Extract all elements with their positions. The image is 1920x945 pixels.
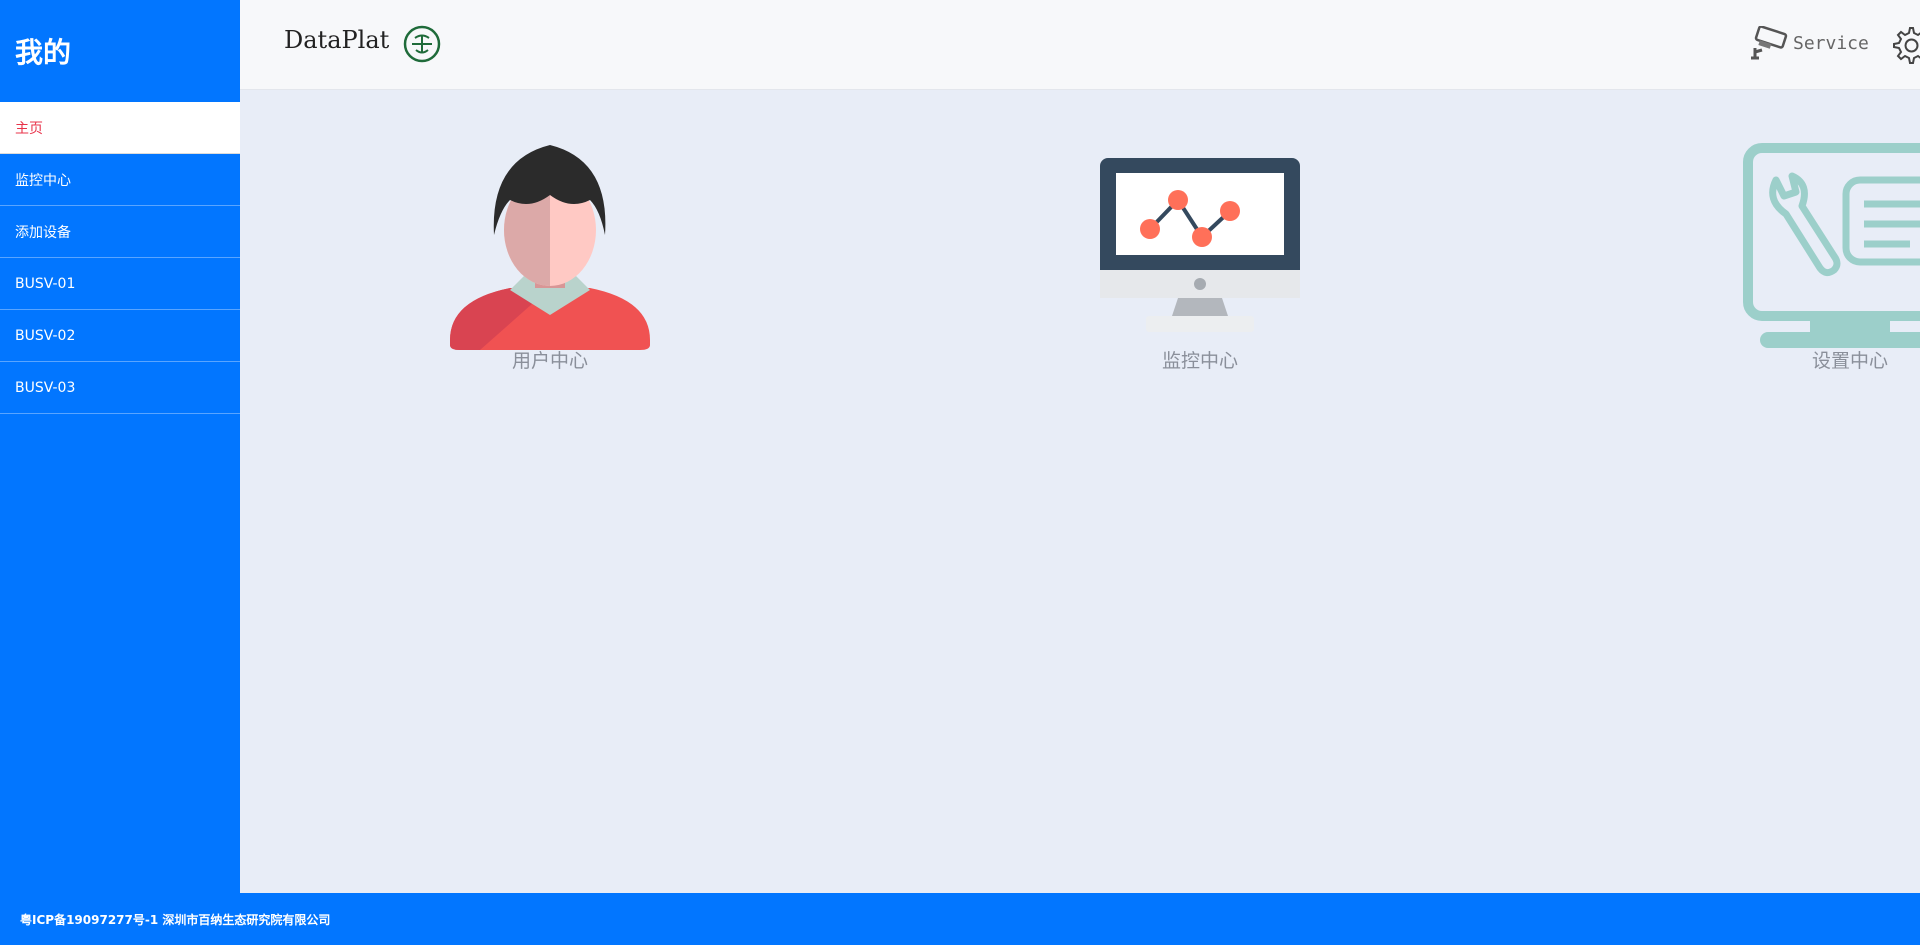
- sidebar-item-monitor-center[interactable]: 监控中心: [0, 154, 240, 206]
- app-name: DataPlat: [284, 26, 390, 54]
- card-settings-center[interactable]: 设置中心: [1740, 140, 1920, 372]
- cctv-camera-icon: [1751, 26, 1788, 60]
- footer-icp-text[interactable]: 粤ICP备19097277号-1 深圳市百纳生态研究院有限公司: [20, 911, 330, 928]
- card-monitor-center-label: 监控中心: [1161, 350, 1238, 372]
- footer: 粤ICP备19097277号-1 深圳市百纳生态研究院有限公司: [0, 893, 1920, 945]
- card-user-center[interactable]: 用户中心: [440, 140, 660, 372]
- sidebar-item-busv-01[interactable]: BUSV-01: [0, 258, 240, 310]
- sidebar-title: 我的: [15, 36, 72, 69]
- sidebar-nav: 主页 监控中心 添加设备 BUSV-01 BUSV-02 BUSV-03: [0, 102, 240, 414]
- card-monitor-center[interactable]: 监控中心: [1090, 140, 1310, 372]
- service-label: Service: [1793, 32, 1869, 54]
- top-bar: DataPlat Service: [240, 0, 1920, 90]
- gear-icon[interactable]: [1890, 24, 1920, 64]
- sidebar-item-busv-03[interactable]: BUSV-03: [0, 362, 240, 414]
- monitor-chart-icon: [1100, 158, 1300, 332]
- card-user-center-label: 用户中心: [511, 350, 588, 372]
- sidebar-item-add-device[interactable]: 添加设备: [0, 206, 240, 258]
- sidebar: 我的 主页 监控中心 添加设备 BUSV-01 BUSV-02 BUSV-03: [0, 0, 240, 893]
- sidebar-item-busv-02[interactable]: BUSV-02: [0, 310, 240, 362]
- user-avatar-icon: [450, 145, 650, 350]
- settings-screen-icon: [1743, 143, 1920, 348]
- leaf-seal-icon: [403, 25, 441, 63]
- card-settings-center-label: 设置中心: [1811, 350, 1888, 372]
- sidebar-item-home[interactable]: 主页: [0, 102, 240, 154]
- service-button[interactable]: Service: [1747, 26, 1869, 60]
